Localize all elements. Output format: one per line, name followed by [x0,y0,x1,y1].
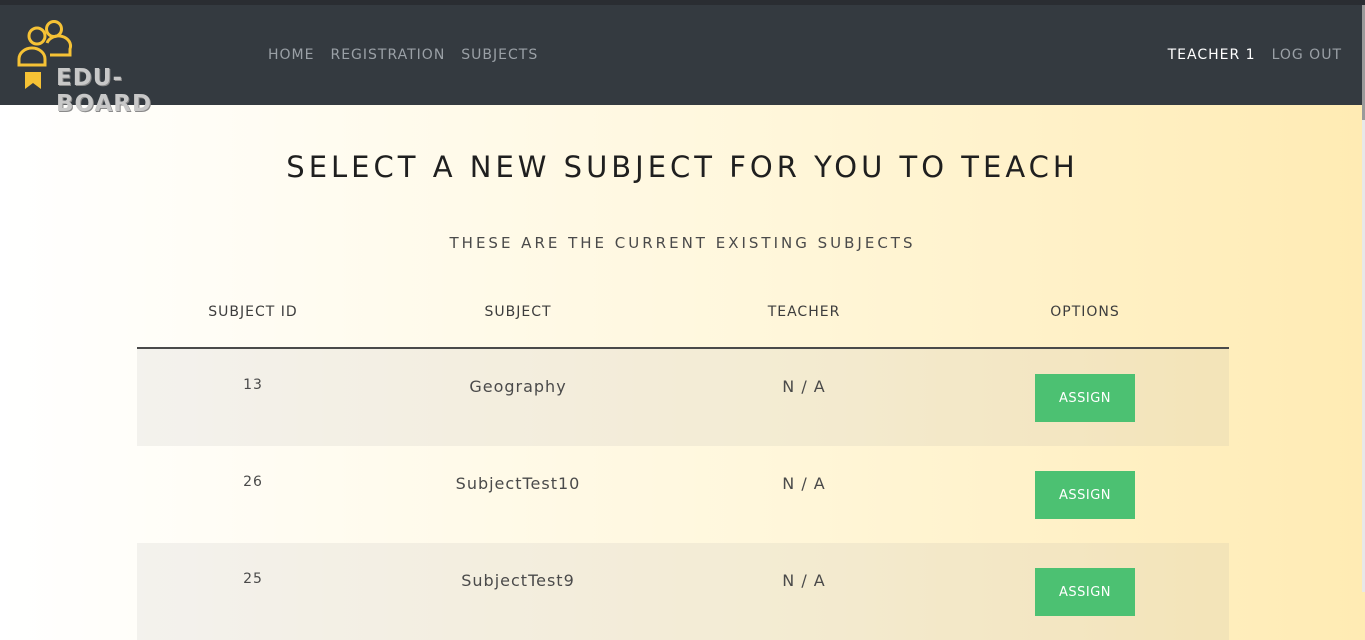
user-nav: TEACHER 1 LOG OUT [1168,47,1342,63]
cell-teacher: N / A [782,377,826,396]
subjects-table: SUBJECT ID SUBJECT TEACHER OPTIONS 13 Ge… [137,286,1229,640]
nav-registration[interactable]: REGISTRATION [330,47,445,63]
assign-button[interactable]: ASSIGN [1035,374,1135,422]
top-navbar: EDU-BOARD HOME REGISTRATION SUBJECTS TEA… [0,5,1362,117]
table-row: 26 SubjectTest10 N / A ASSIGN [137,446,1229,543]
nav-logout[interactable]: LOG OUT [1272,47,1342,63]
cell-subject-id: 13 [243,377,263,393]
header-options: OPTIONS [1050,304,1120,320]
nav-user[interactable]: TEACHER 1 [1168,47,1256,63]
assign-button[interactable]: ASSIGN [1035,568,1135,616]
cell-subject-id: 25 [243,571,263,587]
assign-button[interactable]: ASSIGN [1035,471,1135,519]
brand-logo[interactable]: EDU-BOARD [14,19,214,117]
cell-subject: SubjectTest9 [461,571,575,590]
header-subject: SUBJECT [484,304,552,320]
table-header: SUBJECT ID SUBJECT TEACHER OPTIONS [137,286,1229,349]
cell-subject: Geography [469,377,567,396]
main-nav: HOME REGISTRATION SUBJECTS [268,47,538,63]
table-row: 13 Geography N / A ASSIGN [137,349,1229,446]
cell-teacher: N / A [782,571,826,590]
header-subject-id: SUBJECT ID [208,304,298,320]
cell-subject: SubjectTest10 [455,474,581,493]
brand-name: EDU-BOARD [56,65,153,117]
nav-home[interactable]: HOME [268,47,314,63]
page-title: SELECT A NEW SUBJECT FOR YOU TO TEACH [286,150,1079,184]
nav-subjects[interactable]: SUBJECTS [461,47,538,63]
header-teacher: TEACHER [767,304,841,320]
cell-teacher: N / A [782,474,826,493]
cell-subject-id: 26 [243,474,263,490]
page-subtitle: THESE ARE THE CURRENT EXISTING SUBJECTS [449,234,916,252]
